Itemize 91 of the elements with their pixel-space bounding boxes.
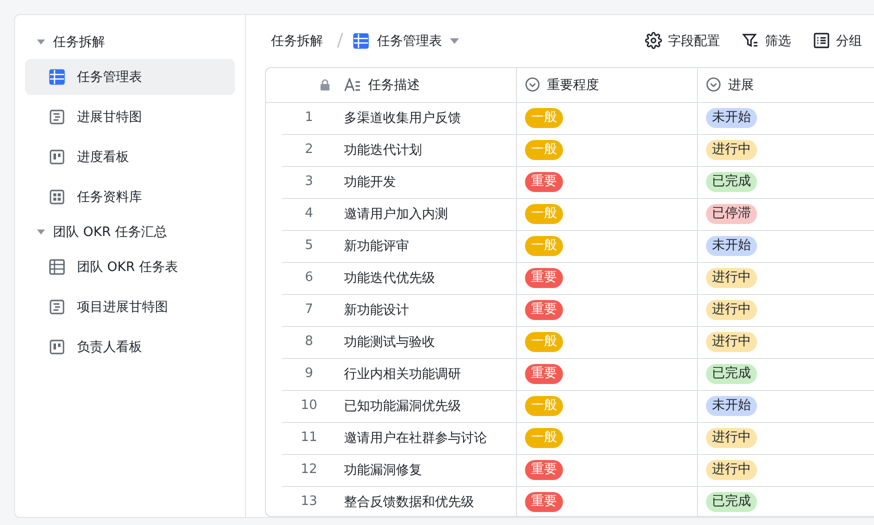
table-cell: 新功能评审 xyxy=(336,230,517,263)
table-cell: 已知功能漏洞优先级 xyxy=(336,390,517,423)
row-number: 6 xyxy=(304,270,314,286)
table-cell: 功能迭代优先级 xyxy=(336,262,517,295)
row-number: 2 xyxy=(304,142,314,158)
status-tag: 进行中 xyxy=(706,268,757,288)
column-title: 任务描述 xyxy=(368,76,420,94)
breadcrumb-separator: / xyxy=(337,30,344,52)
table-cell: 新功能设计 xyxy=(336,294,517,327)
status-tag: 未开始 xyxy=(706,236,757,256)
importance-tag: 一般 xyxy=(525,204,563,224)
status-tag: 已完成 xyxy=(706,492,757,512)
row-number: 4 xyxy=(304,206,314,222)
status-tag: 未开始 xyxy=(706,396,757,416)
status-tag: 进行中 xyxy=(706,428,757,448)
importance-tag: 一般 xyxy=(525,428,563,448)
row-number: 10 xyxy=(300,398,318,414)
column-header[interactable]: 任务描述 xyxy=(336,68,517,102)
table-cell: 邀请用户加入内测 xyxy=(336,198,517,231)
status-tag: 已完成 xyxy=(706,364,757,384)
sidebar-item[interactable]: 团队 OKR 任务表 xyxy=(25,249,235,285)
table-cell: 邀请用户在社群参与讨论 xyxy=(336,422,517,455)
caret-icon[interactable] xyxy=(37,228,45,236)
sidebar-item[interactable]: 进度看板 xyxy=(25,139,235,175)
sidebar-item[interactable]: 负责人看板 xyxy=(25,329,235,365)
group-title: 任务拆解 xyxy=(53,34,105,51)
caret-icon xyxy=(450,38,460,44)
table-cell: 多渠道收集用户反馈 xyxy=(336,102,517,135)
importance-tag: 一般 xyxy=(525,236,563,256)
importance-tag: 一般 xyxy=(525,332,563,352)
table-icon xyxy=(49,69,65,85)
importance-tag: 重要 xyxy=(525,300,563,320)
status-tag: 进行中 xyxy=(706,300,757,320)
table-icon xyxy=(353,32,370,49)
gallery-icon xyxy=(49,189,65,205)
dropdown-field-icon xyxy=(525,77,540,92)
status-tag: 已完成 xyxy=(706,172,757,192)
importance-tag: 重要 xyxy=(525,364,563,384)
sidebar-item[interactable]: 进展甘特图 xyxy=(25,99,235,135)
view-selector[interactable]: 任务管理表 xyxy=(353,32,460,50)
column-header[interactable]: 进展 xyxy=(698,68,874,102)
table-cell: 整合反馈数据和优先级 xyxy=(336,486,517,516)
status-tag: 未开始 xyxy=(706,108,757,128)
toolbar-button[interactable]: 分组 xyxy=(813,32,862,50)
row-number: 1 xyxy=(304,110,314,126)
column-title: 重要程度 xyxy=(547,76,599,94)
column-title: 进展 xyxy=(728,76,754,94)
row-number: 7 xyxy=(304,302,314,318)
kanban-icon xyxy=(49,339,65,355)
table-cell: 功能开发 xyxy=(336,166,517,199)
row-number: 5 xyxy=(304,238,314,254)
dropdown-field-icon xyxy=(706,77,721,92)
importance-tag: 重要 xyxy=(525,268,563,288)
toolbar-button[interactable]: 筛选 xyxy=(742,32,791,50)
status-tag: 进行中 xyxy=(706,460,757,480)
sidebar-item[interactable]: 任务资料库 xyxy=(25,179,235,215)
group-title: 团队 OKR 任务汇总 xyxy=(53,224,168,241)
column-header[interactable]: 重要程度 xyxy=(517,68,698,102)
breadcrumb-link[interactable]: 任务拆解 xyxy=(265,32,323,50)
table-cell: 功能测试与验收 xyxy=(336,326,517,359)
importance-tag: 重要 xyxy=(525,460,563,480)
importance-tag: 一般 xyxy=(525,396,563,416)
importance-tag: 一般 xyxy=(525,140,563,160)
table-icon xyxy=(49,259,65,275)
status-tag: 进行中 xyxy=(706,332,757,352)
lock-icon xyxy=(320,78,330,91)
table-cell: 行业内相关功能调研 xyxy=(336,358,517,391)
row-number: 12 xyxy=(300,462,318,478)
row-number: 8 xyxy=(304,334,314,350)
importance-tag: 重要 xyxy=(525,172,563,192)
sidebar-item[interactable]: 项目进展甘特图 xyxy=(25,289,235,325)
text-field-icon xyxy=(344,78,361,92)
importance-tag: 一般 xyxy=(525,108,563,128)
filter-icon xyxy=(742,32,759,50)
table-cell: 功能迭代计划 xyxy=(336,134,517,167)
row-number: 11 xyxy=(300,430,318,446)
row-number: 9 xyxy=(304,366,314,382)
caret-icon[interactable] xyxy=(37,38,45,46)
status-tag: 进行中 xyxy=(706,140,757,160)
toolbar-button[interactable]: 字段配置 xyxy=(645,32,720,50)
settings-icon xyxy=(645,32,662,50)
table-cell: 功能漏洞修复 xyxy=(336,454,517,487)
status-tag: 已停滞 xyxy=(706,204,757,224)
gantt-icon xyxy=(49,299,65,315)
sidebar-item[interactable]: 任务管理表 xyxy=(25,59,235,95)
row-number: 13 xyxy=(300,494,318,510)
row-number: 3 xyxy=(304,174,314,190)
list-icon xyxy=(813,32,830,50)
kanban-icon xyxy=(49,149,65,165)
gantt-icon xyxy=(49,109,65,125)
importance-tag: 重要 xyxy=(525,492,563,512)
